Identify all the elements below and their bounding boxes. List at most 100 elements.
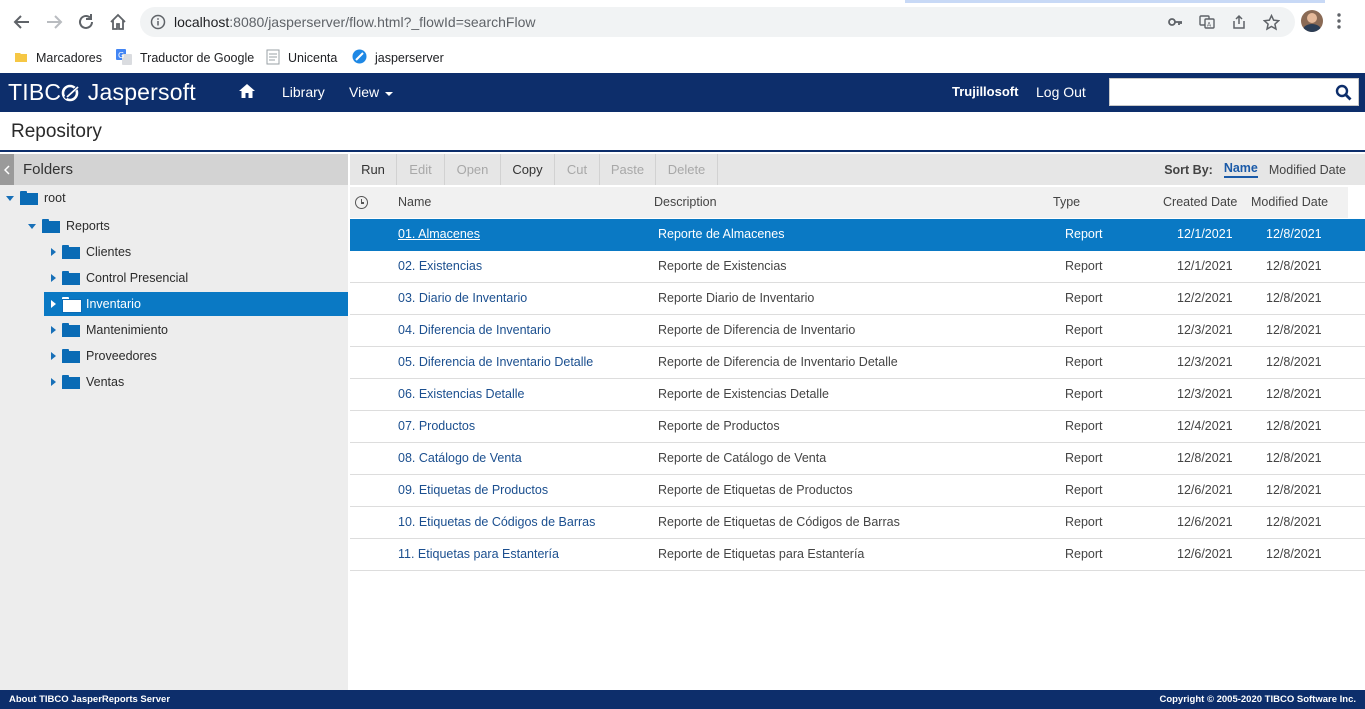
table-row[interactable]: 03. Diario de Inventario Reporte Diario … — [350, 283, 1365, 315]
expand-caret-icon[interactable] — [51, 378, 56, 386]
column-type[interactable]: Type — [1053, 195, 1080, 209]
table-row[interactable]: 06. Existencias Detalle Reporte de Exist… — [350, 379, 1365, 411]
table-row[interactable]: 10. Etiquetas de Códigos de Barras Repor… — [350, 507, 1365, 539]
home-page-button[interactable] — [106, 10, 130, 34]
bookmark-traductor[interactable]: G Traductor de Google — [116, 47, 254, 69]
profile-avatar[interactable] — [1301, 10, 1323, 32]
expand-caret-icon[interactable] — [28, 223, 36, 229]
menu-view[interactable]: View — [349, 84, 393, 100]
expand-caret-icon[interactable] — [51, 352, 56, 360]
resource-created-date: 12/4/2021 — [1177, 419, 1233, 433]
expand-caret-icon[interactable] — [6, 195, 14, 201]
about-link[interactable]: About TIBCO JasperReports Server — [9, 694, 170, 705]
table-row[interactable]: 09. Etiquetas de Productos Reporte de Et… — [350, 475, 1365, 507]
cut-button[interactable]: Cut — [555, 154, 600, 185]
translate-icon[interactable]: A — [1198, 13, 1216, 31]
column-modified-date[interactable]: Modified Date — [1251, 195, 1328, 209]
resource-description: Reporte de Almacenes — [658, 227, 785, 241]
table-row[interactable]: 02. Existencias Reporte de Existencias R… — [350, 251, 1365, 283]
copy-button[interactable]: Copy — [501, 154, 555, 185]
column-name[interactable]: Name — [398, 195, 431, 209]
house-outline-icon — [110, 13, 126, 30]
table-row[interactable]: 05. Diferencia de Inventario Detalle Rep… — [350, 347, 1365, 379]
sort-by-modified-date[interactable]: Modified Date — [1269, 163, 1346, 177]
tree-node-control-presencial[interactable]: Control Presencial — [44, 266, 348, 290]
menu-library[interactable]: Library — [282, 84, 325, 100]
repository-search-input[interactable] — [1109, 78, 1359, 106]
logout-link[interactable]: Log Out — [1036, 84, 1086, 100]
tree-node-mantenimiento[interactable]: Mantenimiento — [44, 318, 348, 342]
search-icon[interactable] — [1335, 84, 1352, 106]
collapse-panel-button[interactable] — [0, 154, 14, 185]
delete-button[interactable]: Delete — [656, 154, 718, 185]
expand-caret-icon[interactable] — [51, 326, 56, 334]
resource-name-link[interactable]: 09. Etiquetas de Productos — [398, 483, 548, 497]
resource-modified-date: 12/8/2021 — [1266, 515, 1322, 529]
resource-name-link[interactable]: 08. Catálogo de Venta — [398, 451, 522, 465]
key-icon[interactable] — [1166, 13, 1184, 31]
bookmark-jasperserver[interactable]: jasperserver — [352, 47, 444, 69]
resource-name-link[interactable]: 04. Diferencia de Inventario — [398, 323, 551, 337]
bookmark-unicenta[interactable]: Unicenta — [266, 47, 337, 69]
sort-by-control: Sort By: Name Modified Date — [1164, 154, 1365, 185]
resource-name-link[interactable]: 07. Productos — [398, 419, 475, 433]
expand-caret-icon[interactable] — [51, 300, 56, 308]
address-bar[interactable]: localhost:8080/jasperserver/flow.html?_f… — [140, 7, 1295, 37]
paste-button[interactable]: Paste — [600, 154, 656, 185]
resource-type: Report — [1065, 259, 1103, 273]
back-button[interactable] — [10, 10, 34, 34]
table-row[interactable]: 04. Diferencia de Inventario Reporte de … — [350, 315, 1365, 347]
tree-node-label: root — [44, 191, 66, 205]
resource-description: Reporte de Diferencia de Inventario — [658, 323, 856, 337]
tree-node-clientes[interactable]: Clientes — [44, 240, 348, 264]
table-row[interactable]: 07. Productos Reporte de Productos Repor… — [350, 411, 1365, 443]
resource-modified-date: 12/8/2021 — [1266, 323, 1322, 337]
resource-name-link[interactable]: 11. Etiquetas para Estantería — [398, 547, 559, 561]
resource-modified-date: 12/8/2021 — [1266, 355, 1322, 369]
table-row[interactable]: 01. Almacenes Reporte de Almacenes Repor… — [350, 219, 1365, 251]
folder-icon — [62, 349, 80, 363]
folder-icon — [62, 375, 80, 389]
tree-node-proveedores[interactable]: Proveedores — [44, 344, 348, 368]
tibco-jaspersoft-logo[interactable]: TIBC Jaspersoft — [8, 79, 196, 106]
column-created-date[interactable]: Created Date — [1163, 195, 1237, 209]
resource-type: Report — [1065, 355, 1103, 369]
home-button[interactable] — [238, 83, 256, 104]
browser-menu-icon[interactable] — [1336, 12, 1342, 35]
table-row[interactable]: 11. Etiquetas para Estantería Reporte de… — [350, 539, 1365, 571]
reload-button[interactable] — [74, 10, 98, 34]
forward-button[interactable] — [42, 10, 66, 34]
logo-suffix: Jaspersoft — [87, 79, 196, 105]
url-host: localhost — [174, 14, 230, 30]
reload-icon — [79, 14, 93, 29]
share-icon[interactable] — [1230, 13, 1248, 31]
expand-caret-icon[interactable] — [51, 274, 56, 282]
sort-by-name[interactable]: Name — [1223, 161, 1258, 178]
expand-caret-icon[interactable] — [51, 248, 56, 256]
resource-name-link[interactable]: 02. Existencias — [398, 259, 482, 273]
resource-name-link[interactable]: 06. Existencias Detalle — [398, 387, 524, 401]
resource-name-link[interactable]: 03. Diario de Inventario — [398, 291, 527, 305]
site-info-icon[interactable] — [150, 14, 166, 35]
folder-icon — [62, 245, 80, 259]
tree-node-root[interactable]: root — [0, 186, 348, 210]
open-button[interactable]: Open — [445, 154, 501, 185]
bookmark-star-icon[interactable] — [1262, 13, 1280, 31]
resource-name-link[interactable]: 01. Almacenes — [398, 227, 480, 241]
table-row[interactable]: 08. Catálogo de Venta Reporte de Catálog… — [350, 443, 1365, 475]
edit-button[interactable]: Edit — [397, 154, 445, 185]
bookmark-marcadores[interactable]: Marcadores — [14, 47, 102, 69]
resource-type: Report — [1065, 323, 1103, 337]
resource-name-link[interactable]: 05. Diferencia de Inventario Detalle — [398, 355, 593, 369]
resource-type: Report — [1065, 451, 1103, 465]
app-footer: About TIBCO JasperReports Server Copyrig… — [0, 690, 1365, 709]
resource-name-link[interactable]: 10. Etiquetas de Códigos de Barras — [398, 515, 595, 529]
resource-modified-date: 12/8/2021 — [1266, 547, 1322, 561]
column-description[interactable]: Description — [654, 195, 717, 209]
tree-node-reports[interactable]: Reports — [0, 214, 348, 238]
tree-node-inventario[interactable]: Inventario — [44, 292, 348, 316]
run-button[interactable]: Run — [350, 154, 397, 185]
logo-prefix: TIBC — [8, 79, 62, 105]
resource-description: Reporte de Etiquetas de Códigos de Barra… — [658, 515, 900, 529]
tree-node-ventas[interactable]: Ventas — [44, 370, 348, 394]
